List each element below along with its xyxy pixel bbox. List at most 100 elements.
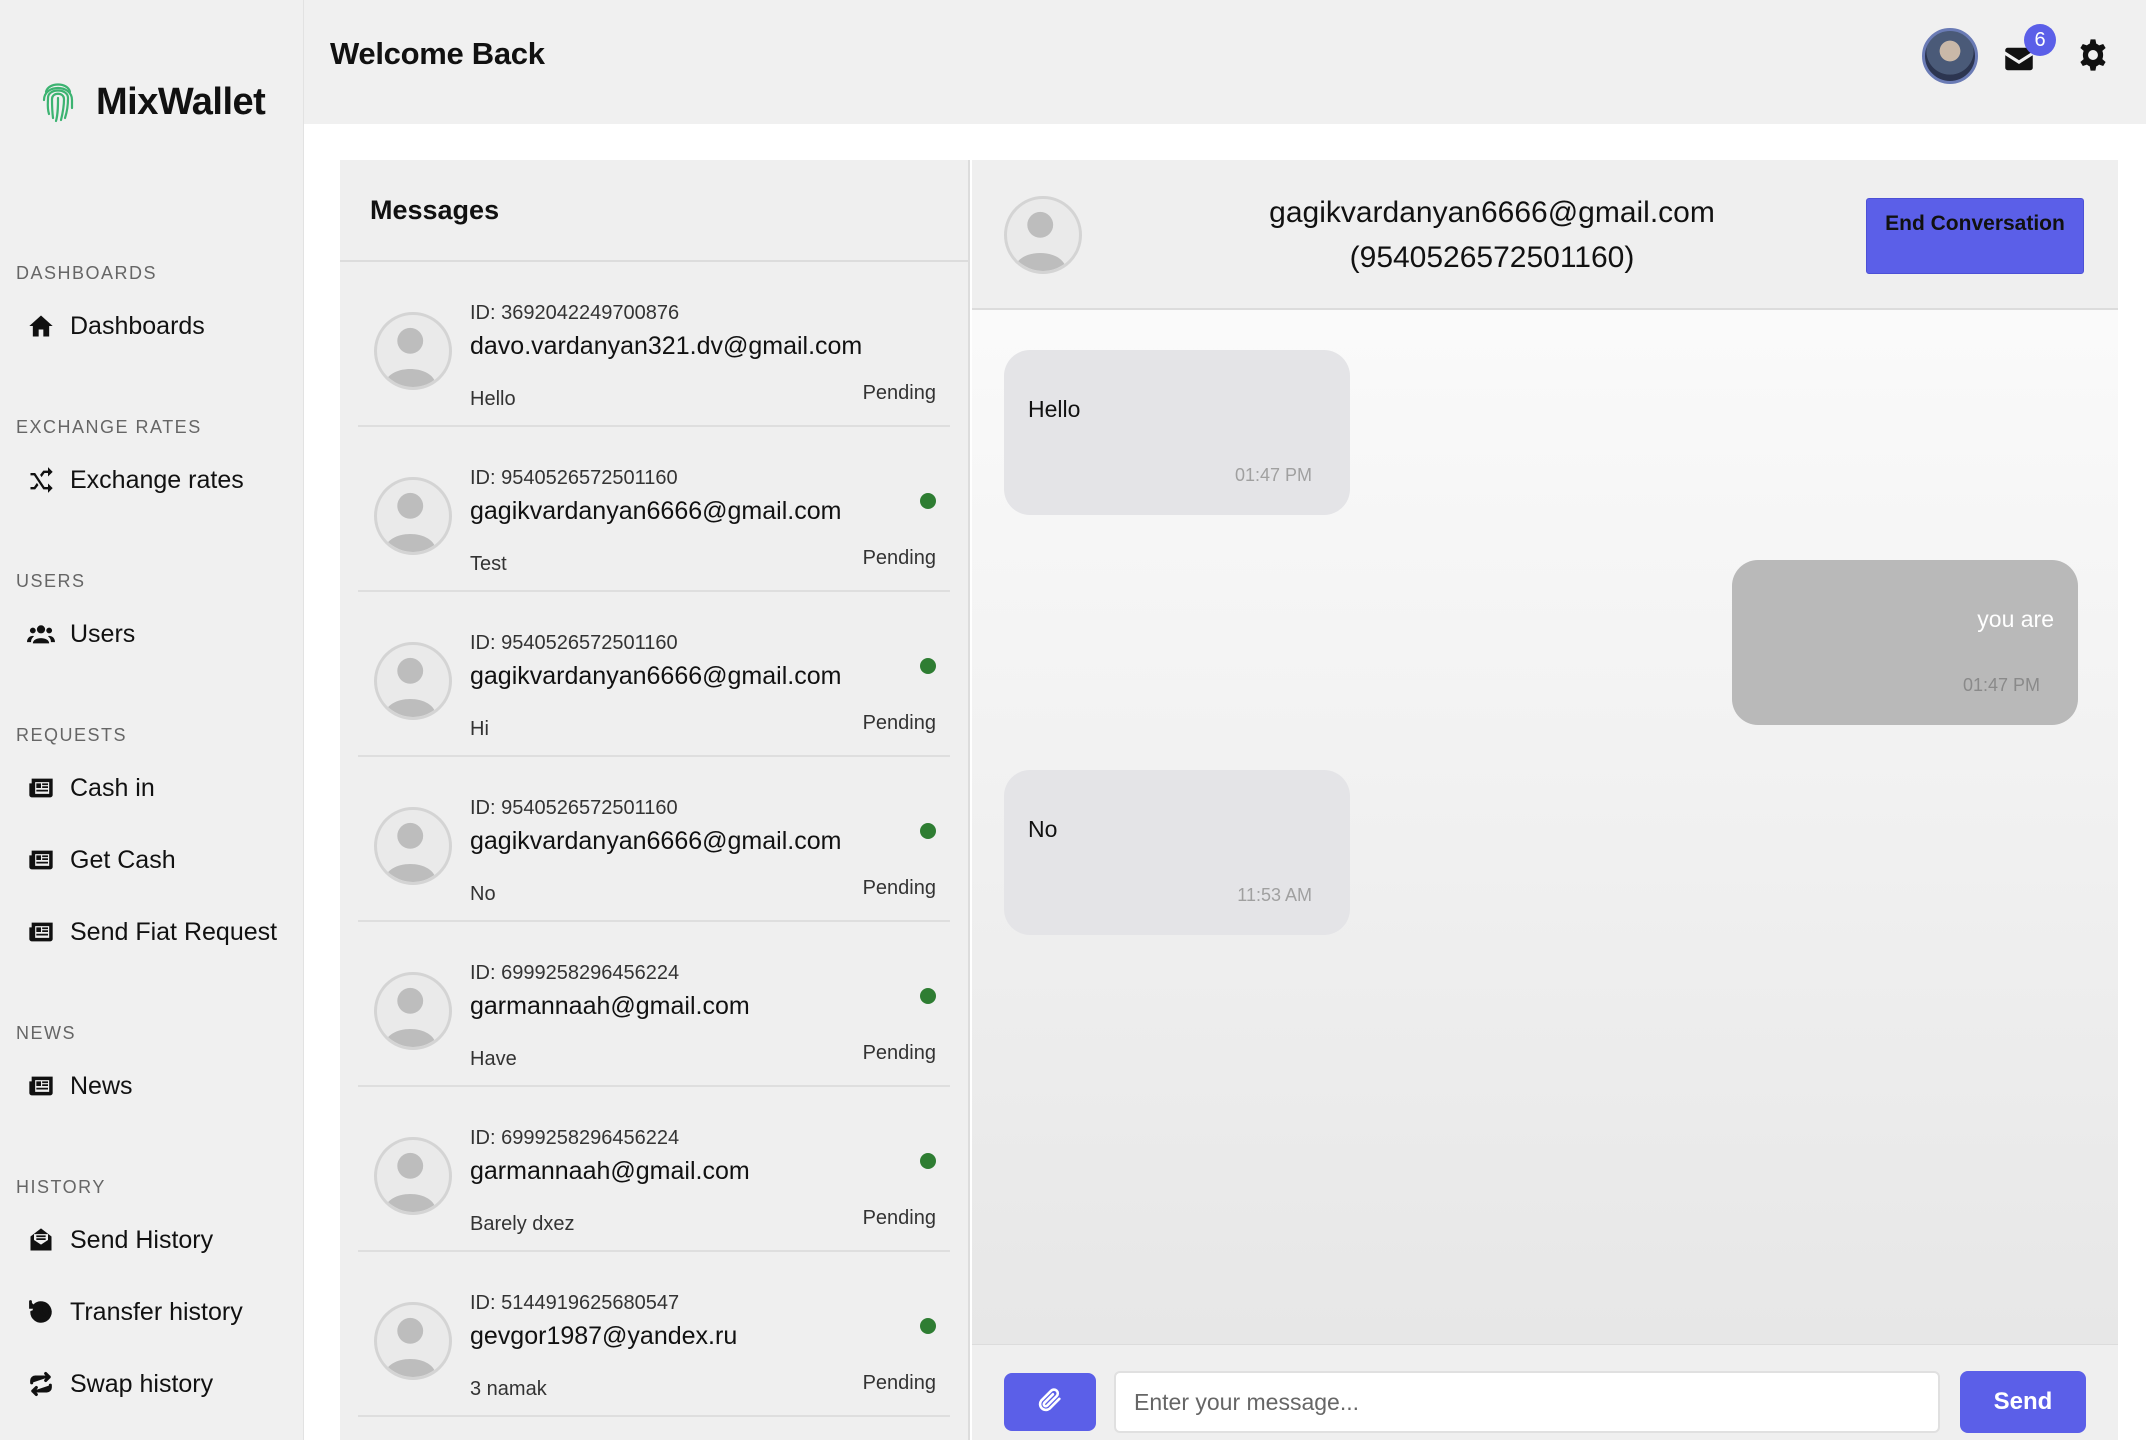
envelope-open-icon — [26, 1225, 56, 1255]
conversation-status: Pending — [862, 712, 936, 734]
sidebar: MixWallet DASHBOARDS Dashboards EXCHANGE… — [0, 0, 304, 1440]
online-indicator — [920, 493, 936, 509]
message-text: you are — [1977, 606, 2054, 632]
mail-button[interactable]: 6 — [2000, 24, 2056, 72]
conversation-avatar — [374, 312, 452, 390]
section-title-dashboards: DASHBOARDS — [16, 263, 158, 283]
conversation-status: Pending — [862, 382, 936, 404]
end-conversation-button[interactable]: End Conversation — [1866, 198, 2084, 274]
conversation-id: ID: 6999258296456224 — [470, 962, 680, 984]
sidebar-item-send-fiat-request[interactable]: Send Fiat Request — [0, 896, 304, 968]
conversation-status: Pending — [862, 1042, 936, 1064]
newspaper-icon — [26, 845, 56, 875]
conversation-id: ID: 9540526572501160 — [470, 797, 678, 819]
conversation-avatar — [374, 477, 452, 555]
sidebar-item-label: Transfer history — [70, 1297, 243, 1326]
conversation-email: gagikvardanyan6666@gmail.com — [470, 827, 842, 855]
sidebar-item-exchange-rates[interactable]: Exchange rates — [0, 444, 304, 516]
sidebar-item-dashboards[interactable]: Dashboards — [0, 290, 304, 362]
section-title-requests: REQUESTS — [16, 725, 128, 745]
conversation-item[interactable]: ID: 6999258296456224 garmannaah@gmail.com… — [358, 1087, 950, 1252]
sidebar-item-label: Cash in — [70, 773, 155, 802]
sidebar-item-news[interactable]: News — [0, 1050, 304, 1122]
message-time: 01:47 PM — [1962, 675, 2040, 695]
conversation-avatar — [374, 807, 452, 885]
brand-name: MixWallet — [96, 81, 266, 123]
sidebar-item-get-cash[interactable]: Get Cash — [0, 824, 304, 896]
attach-button[interactable] — [1004, 1373, 1096, 1431]
sidebar-item-transfer-history[interactable]: Transfer history — [0, 1276, 304, 1348]
conversation-item[interactable]: ID: 9540526572501160 gagikvardanyan6666@g… — [358, 427, 950, 592]
message-time: 11:53 AM — [1237, 885, 1312, 905]
conversation-item[interactable]: ID: 5144919625680547 gevgor1987@yandex.ru… — [358, 1252, 950, 1417]
conversation-id: ID: 9540526572501160 — [470, 632, 678, 654]
conversation-email: gagikvardanyan6666@gmail.com — [470, 662, 842, 690]
conversation-avatar — [374, 972, 452, 1050]
repeat-icon — [26, 1369, 56, 1399]
sidebar-item-label: Users — [70, 619, 136, 648]
page-title: Welcome Back — [330, 36, 545, 71]
fingerprint-icon — [40, 76, 76, 129]
sidebar-item-swap-history[interactable]: Swap history — [0, 1348, 304, 1420]
home-icon — [26, 311, 56, 341]
conversation-status: Pending — [862, 1372, 936, 1394]
section-title-exchange-rates: EXCHANGE RATES — [16, 417, 202, 437]
conversation-last-message: Hi — [470, 718, 489, 740]
newspaper-icon — [26, 917, 56, 947]
conversation-last-message: No — [470, 883, 496, 905]
conversation-item[interactable]: ID: 9540526572501160 gagikvardanyan6666@g… — [358, 592, 950, 757]
sidebar-item-label: News — [70, 1071, 133, 1100]
chat-panel: gagikvardanyan6666@gmail.com (9540526572… — [972, 160, 2118, 1440]
message-time: 01:47 PM — [1234, 465, 1312, 485]
message-bubble-incoming: Hello 01:47 PM — [1004, 350, 1350, 515]
sidebar-item-label: Send History — [70, 1225, 214, 1254]
sidebar-item-cash-in[interactable]: Cash in — [0, 752, 304, 824]
send-button[interactable]: Send — [1960, 1371, 2086, 1433]
shuffle-icon — [26, 465, 56, 495]
brand[interactable]: MixWallet — [40, 76, 266, 129]
messages-panel: Messages ID: 3692042249700876 davo.vardan… — [340, 160, 970, 1440]
users-icon — [26, 619, 56, 649]
sidebar-item-users[interactable]: Users — [0, 598, 304, 670]
conversation-last-message: 3 namak — [470, 1378, 547, 1400]
sidebar-item-label: Dashboards — [70, 311, 205, 340]
sidebar-item-send-history[interactable]: Send History — [0, 1204, 304, 1276]
newspaper-icon — [26, 773, 56, 803]
online-indicator — [920, 988, 936, 1004]
section-title-news: NEWS — [16, 1023, 76, 1043]
conversation-last-message: Hello — [470, 388, 516, 410]
paperclip-icon — [1036, 1386, 1064, 1419]
chat-user-avatar — [1004, 196, 1082, 274]
top-header: Welcome Back 6 — [304, 0, 2146, 124]
conversation-id: ID: 3692042249700876 — [470, 302, 680, 324]
conversation-item[interactable]: ID: 3692042249700876 davo.vardanyan321.dv… — [358, 262, 950, 427]
chat-user-email: gagikvardanyan6666@gmail.com — [1269, 196, 1715, 229]
section-title-users: USERS — [16, 571, 86, 591]
conversation-email: garmannaah@gmail.com — [470, 992, 750, 1020]
conversation-item[interactable]: ID: 9540526572501160 gagikvardanyan6666@g… — [358, 757, 950, 922]
conversation-last-message: Have — [470, 1048, 517, 1070]
conversation-email: gevgor1987@yandex.ru — [470, 1322, 738, 1350]
conversation-item[interactable]: ID: 6999258296456224 garmannaah@gmail.com… — [358, 922, 950, 1087]
sidebar-item-label: Exchange rates — [70, 465, 244, 494]
message-bubble-outgoing: you are 01:47 PM — [1732, 560, 2078, 725]
settings-button[interactable] — [2076, 38, 2110, 72]
conversation-list: ID: 3692042249700876 davo.vardanyan321.dv… — [340, 262, 968, 1417]
conversation-id: ID: 9540526572501160 — [470, 467, 678, 489]
conversation-avatar — [374, 1137, 452, 1215]
messages-header: Messages — [340, 160, 968, 262]
message-input[interactable] — [1114, 1371, 1940, 1433]
conversation-status: Pending — [862, 1207, 936, 1229]
conversation-avatar — [374, 642, 452, 720]
message-composer: Send — [972, 1344, 2118, 1440]
sidebar-item-label: Send Fiat Request — [70, 917, 278, 946]
user-avatar[interactable] — [1922, 28, 1978, 84]
conversation-status: Pending — [862, 547, 936, 569]
section-title-history: HISTORY — [16, 1177, 106, 1197]
chat-user-id: (9540526572501160) — [1349, 241, 1635, 274]
online-indicator — [920, 823, 936, 839]
main-content: Messages ID: 3692042249700876 davo.vardan… — [304, 124, 2146, 1440]
messages-title: Messages — [370, 194, 500, 225]
sidebar-nav: DASHBOARDS Dashboards EXCHANGE RATES Exc… — [0, 256, 304, 1420]
message-bubble-incoming: No 11:53 AM — [1004, 770, 1350, 935]
